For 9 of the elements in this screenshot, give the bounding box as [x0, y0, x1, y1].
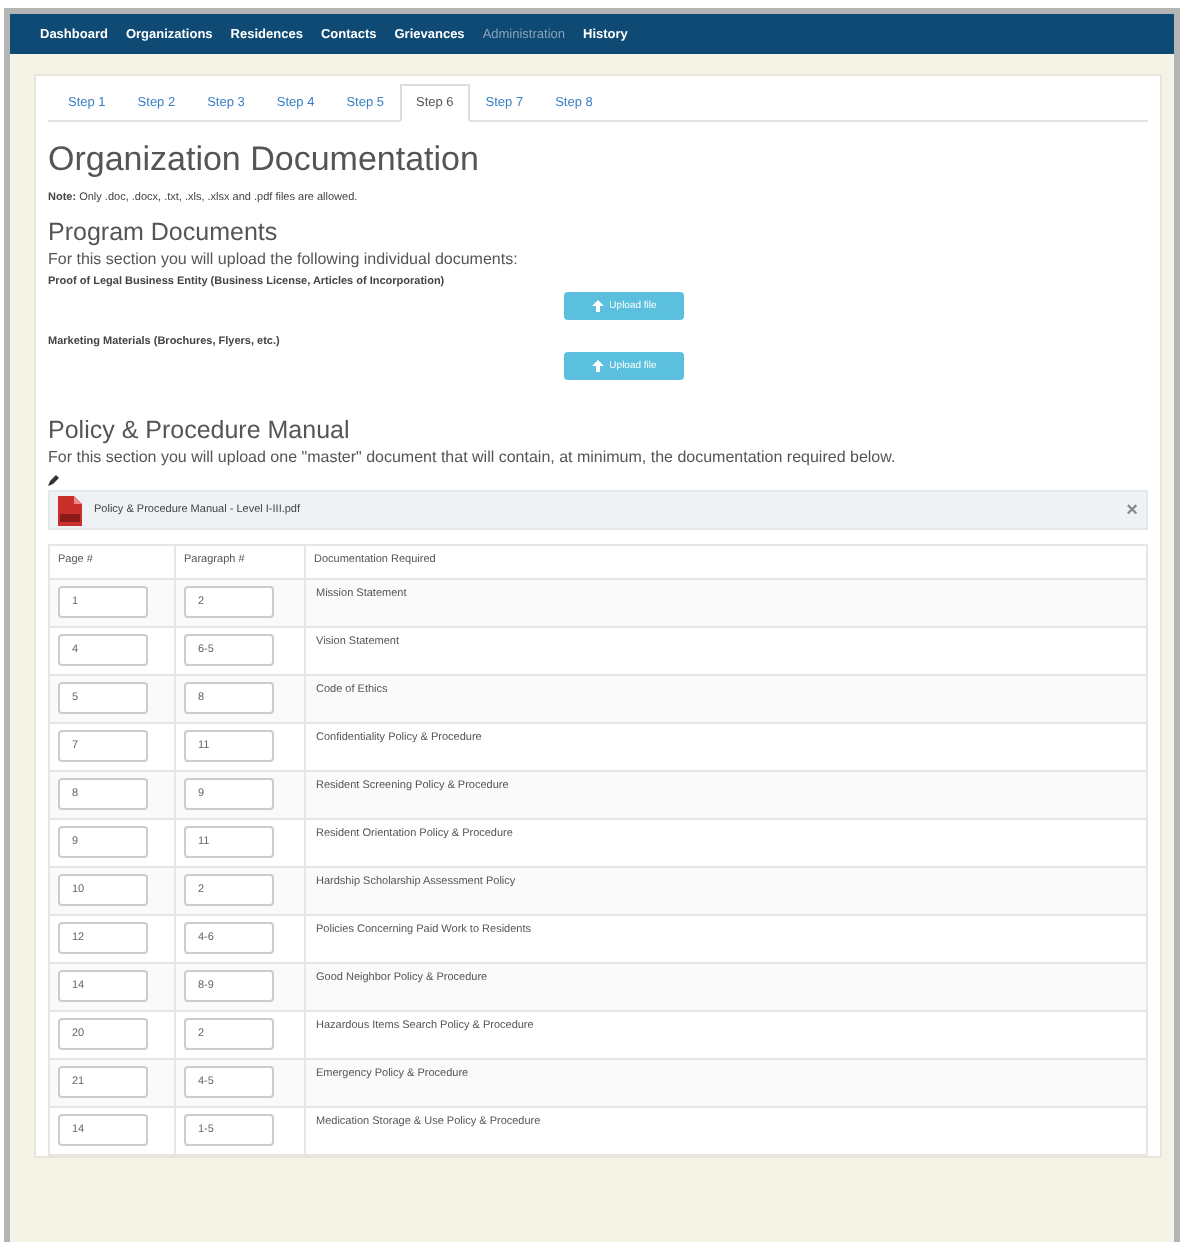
upload-icon [591, 360, 604, 372]
upload-icon [591, 300, 604, 312]
page-title: Organization Documentation [48, 140, 481, 180]
section-heading: Policy & Procedure Manual [48, 416, 352, 444]
section-intro: For this section you will upload one "master" document that will contain, at minimum, the documentation required below. [48, 448, 898, 466]
section-intro: For this section you will upload the following individual documents: [48, 250, 520, 268]
pencil-icon[interactable] [48, 474, 60, 486]
pdf-file-icon [58, 495, 82, 525]
section-heading: Program Documents [48, 218, 280, 246]
